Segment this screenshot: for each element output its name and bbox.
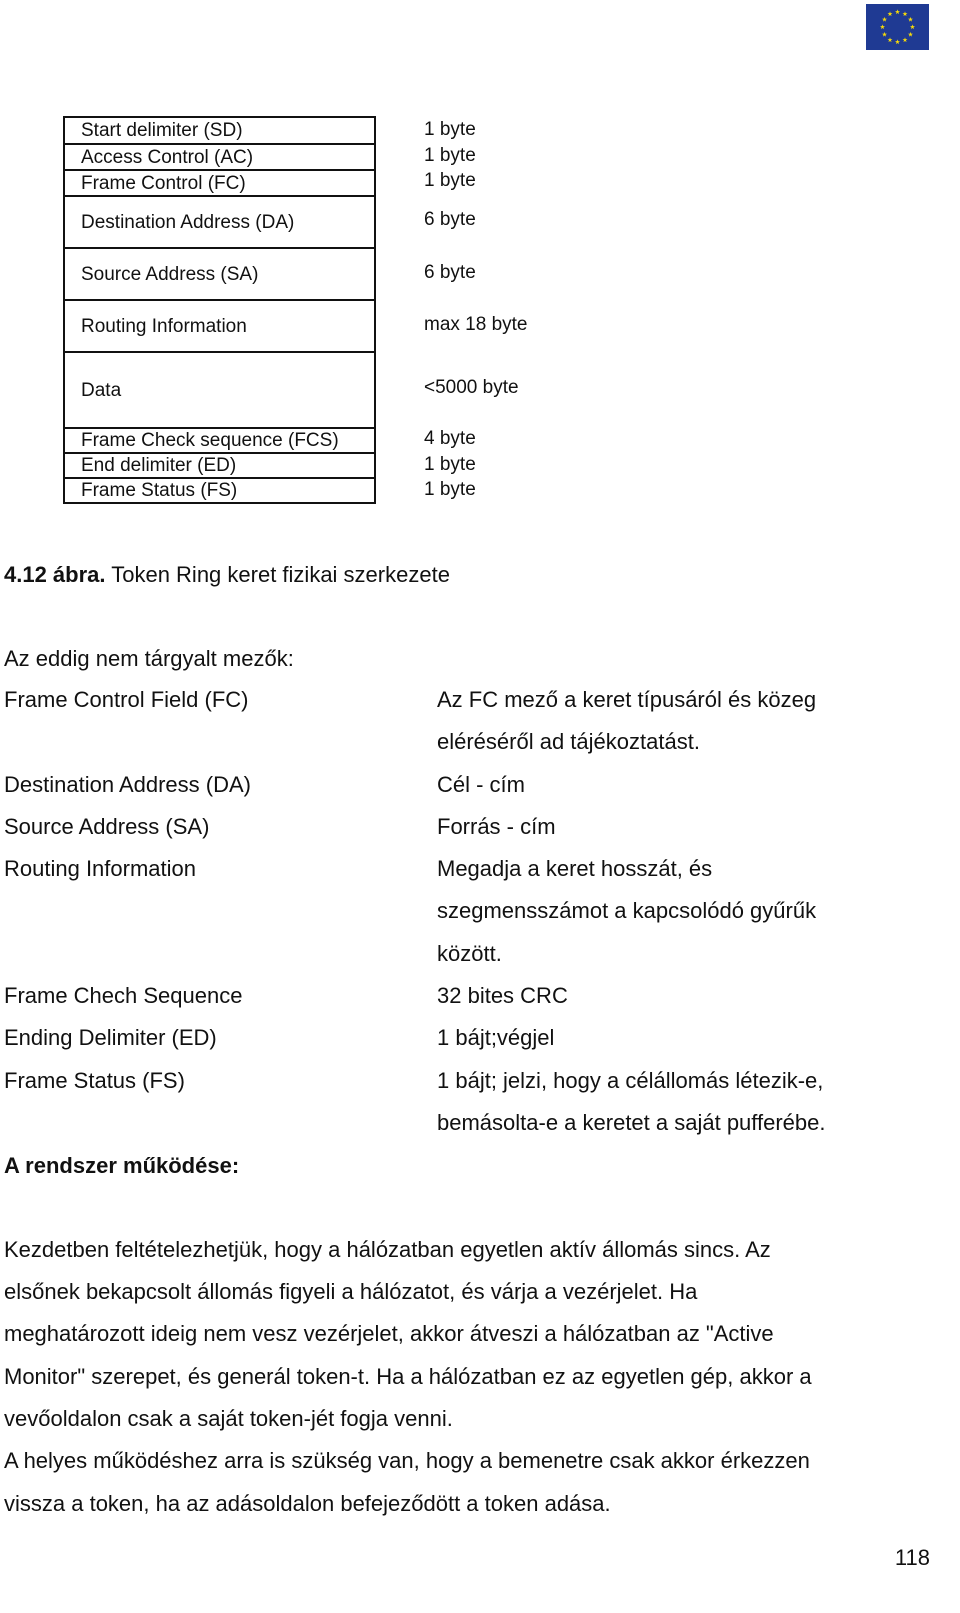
definition-text: szegmensszámot a kapcsolódó gyűrűk <box>437 898 817 923</box>
definition-text: között. <box>437 941 502 966</box>
frame-field-size: 1 byte <box>424 479 476 500</box>
frame-row: End delimiter (ED) <box>65 452 374 477</box>
definition-term: Frame Chech Sequence <box>4 983 243 1008</box>
definition-text: Cél - cím <box>437 772 525 797</box>
definition-text: bemásolta-e a keretet a saját pufferébe. <box>437 1110 826 1135</box>
star-icon <box>902 11 908 17</box>
body-line: Kezdetben feltételezhetjük, hogy a hálóz… <box>4 1237 771 1262</box>
frame-field-name: Routing Information <box>81 315 247 337</box>
star-icon <box>887 11 893 17</box>
frame-field-size: 4 byte <box>424 428 476 449</box>
body-line: elsőnek bekapcsolt állomás figyeli a hál… <box>4 1279 698 1304</box>
star-icon <box>910 24 915 30</box>
star-icon <box>882 31 887 37</box>
definition-text: Forrás - cím <box>437 814 556 839</box>
frame-field-name: Source Address (SA) <box>81 263 259 285</box>
frame-field-name: End delimiter (ED) <box>81 455 237 476</box>
eu-flag-icon <box>866 4 929 50</box>
frame-field-size: 1 byte <box>424 119 476 140</box>
frame-field-name: Frame Check sequence (FCS) <box>81 430 339 451</box>
star-icon <box>908 16 913 22</box>
figure-caption: 4.12 ábra. Token Ring keret fizikai szer… <box>4 562 450 588</box>
frame-structure-table: Start delimiter (SD) Access Control (AC)… <box>63 116 376 504</box>
frame-field-name: Frame Control (FC) <box>81 172 246 194</box>
body-line: vissza a token, ha az adásoldalon befeje… <box>4 1491 611 1516</box>
section-heading: A rendszer működése: <box>4 1153 240 1178</box>
frame-field-size: max 18 byte <box>424 314 528 335</box>
frame-field-size: 1 byte <box>424 145 476 166</box>
frame-field-size: 6 byte <box>424 262 476 283</box>
definition-term: Source Address (SA) <box>4 814 210 839</box>
star-icon <box>895 39 900 45</box>
definition-term: Ending Delimiter (ED) <box>4 1025 217 1050</box>
frame-row: Frame Check sequence (FCS) <box>65 427 374 452</box>
body-line: meghatározott ideig nem vesz vezérjelet,… <box>4 1321 774 1346</box>
frame-row: Start delimiter (SD) <box>65 118 374 143</box>
definition-term: Frame Control Field (FC) <box>4 687 249 712</box>
star-icon <box>902 37 908 43</box>
star-icon <box>880 24 885 30</box>
frame-row: Destination Address (DA) <box>65 195 374 247</box>
definition-term: Routing Information <box>4 856 196 881</box>
definition-term: Frame Status (FS) <box>4 1068 185 1093</box>
definition-term: Destination Address (DA) <box>4 772 251 797</box>
star-icon <box>895 9 900 15</box>
figure-title: Token Ring keret fizikai szerkezete <box>105 562 450 587</box>
intro-text: Az eddig nem tárgyalt mezők: <box>4 646 294 671</box>
frame-field-name: Access Control (AC) <box>81 146 254 168</box>
star-icon <box>908 31 913 37</box>
body-line: A helyes működéshez arra is szükség van,… <box>4 1448 810 1473</box>
definition-text: Az FC mező a keret típusáról és közeg <box>437 687 817 712</box>
frame-field-size: 1 byte <box>424 170 476 191</box>
body-line: vevőoldalon csak a saját token-jét fogja… <box>4 1406 453 1431</box>
frame-field-size: 1 byte <box>424 454 476 475</box>
definition-text: 1 bájt;végjel <box>437 1025 555 1050</box>
frame-field-size: <5000 byte <box>424 377 519 398</box>
frame-row: Frame Control (FC) <box>65 169 374 195</box>
figure-label: 4.12 ábra. <box>4 562 106 587</box>
definition-text: 32 bites CRC <box>437 983 568 1008</box>
body-line: Monitor" szerepet, és generál token-t. H… <box>4 1364 812 1389</box>
frame-row: Access Control (AC) <box>65 143 374 169</box>
definition-text: Megadja a keret hosszát, és <box>437 856 713 881</box>
frame-row: Data <box>65 351 374 427</box>
definition-text: eléréséről ad tájékoztatást. <box>437 729 700 754</box>
frame-field-name: Start delimiter (SD) <box>81 120 243 141</box>
frame-field-name: Data <box>81 379 122 401</box>
star-icon <box>882 16 887 22</box>
frame-row: Frame Status (FS) <box>65 477 374 502</box>
frame-field-name: Destination Address (DA) <box>81 211 295 233</box>
frame-row: Source Address (SA) <box>65 247 374 299</box>
frame-field-name: Frame Status (FS) <box>81 480 238 501</box>
definition-text: 1 bájt; jelzi, hogy a célállomás létezik… <box>437 1068 824 1093</box>
page-number: 118 <box>894 1545 930 1570</box>
frame-field-size: 6 byte <box>424 209 476 230</box>
frame-row: Routing Information <box>65 299 374 351</box>
star-icon <box>887 37 893 43</box>
